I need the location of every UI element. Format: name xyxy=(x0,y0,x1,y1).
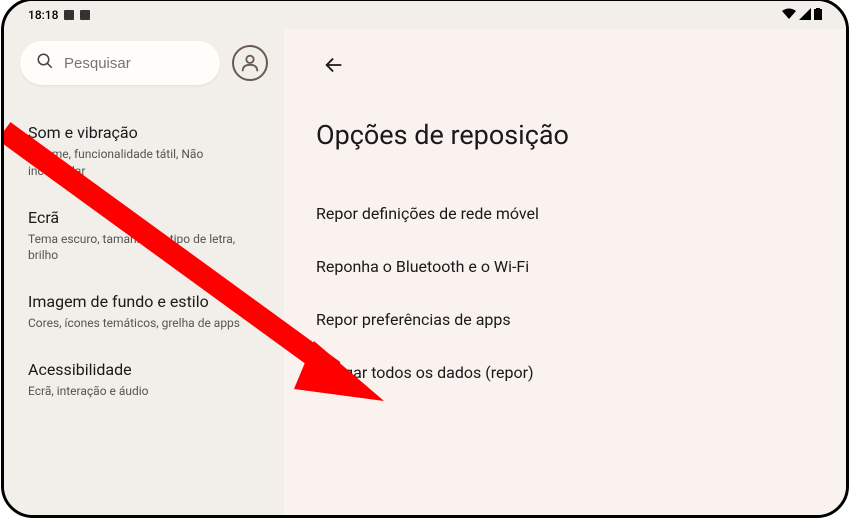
sidebar-item-display[interactable]: Ecrã Tema escuro, tamanho do tipo de let… xyxy=(20,194,268,279)
option-erase-all-data[interactable]: Apagar todos os dados (repor) xyxy=(316,346,814,399)
status-time: 18:18 xyxy=(28,8,58,22)
signal-icon xyxy=(799,8,811,23)
sidebar-item-title: Acessibilidade xyxy=(28,360,260,379)
notification-icon-2 xyxy=(80,10,90,20)
device-frame: 18:18 xyxy=(1,0,849,518)
wifi-icon xyxy=(782,8,796,23)
profile-avatar[interactable] xyxy=(232,45,268,81)
page-title: Opções de reposição xyxy=(316,119,814,151)
search-input[interactable] xyxy=(64,55,204,72)
sidebar-item-subtitle: Tema escuro, tamanho do tipo de letra, b… xyxy=(28,231,260,265)
search-field[interactable] xyxy=(20,41,220,85)
option-reset-bluetooth-wifi[interactable]: Reponha o Bluetooth e o Wi-Fi xyxy=(316,240,814,293)
sidebar-item-subtitle: Ecrã, interação e áudio xyxy=(28,383,260,400)
sidebar-item-wallpaper[interactable]: Imagem de fundo e estilo Cores, ícones t… xyxy=(20,278,268,346)
status-bar: 18:18 xyxy=(4,1,846,29)
battery-icon xyxy=(814,8,822,23)
search-icon xyxy=(36,52,54,74)
option-reset-network[interactable]: Repor definições de rede móvel xyxy=(316,187,814,240)
sidebar-item-accessibility[interactable]: Acessibilidade Ecrã, interação e áudio xyxy=(20,346,268,414)
option-reset-app-prefs[interactable]: Repor preferências de apps xyxy=(316,293,814,346)
sidebar-item-subtitle: Cores, ícones temáticos, grelha de apps xyxy=(28,315,260,332)
main-panel: Opções de reposição Repor definições de … xyxy=(284,29,846,515)
sidebar-item-title: Ecrã xyxy=(28,208,260,227)
sidebar-item-title: Som e vibração xyxy=(28,123,260,142)
sidebar: Som e vibração Volume, funcionalidade tá… xyxy=(4,29,284,515)
back-button[interactable] xyxy=(316,47,352,83)
sidebar-item-title: Imagem de fundo e estilo xyxy=(28,292,260,311)
sidebar-item-sound[interactable]: Som e vibração Volume, funcionalidade tá… xyxy=(20,109,268,194)
arrow-left-icon xyxy=(323,54,345,76)
sidebar-item-subtitle: Volume, funcionalidade tátil, Não incomo… xyxy=(28,146,260,180)
notification-icon-1 xyxy=(64,10,74,20)
